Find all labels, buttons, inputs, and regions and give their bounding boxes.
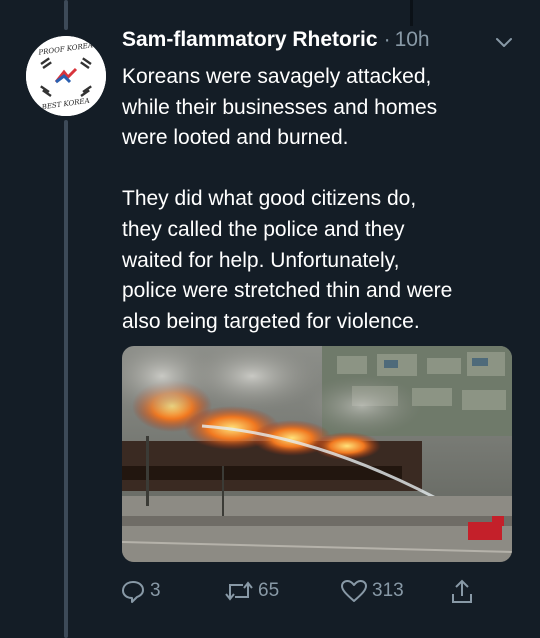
share-icon [452, 579, 472, 603]
tweet-header: Sam-flammatory Rhetoric · 10h [122, 28, 522, 62]
retweet-count: 65 [258, 580, 280, 601]
share-button[interactable] [450, 578, 474, 606]
tweet-text: Koreans were savagely attacked, while th… [122, 65, 453, 333]
timestamp[interactable]: 10h [395, 28, 430, 52]
header-separator: · [383, 28, 391, 51]
thread-line-top [64, 0, 68, 30]
thread-line-bottom [64, 120, 68, 638]
reply-count: 3 [150, 580, 161, 601]
divider-mark [410, 0, 413, 26]
retweet-icon [225, 581, 253, 601]
like-count: 313 [372, 580, 404, 601]
reply-icon [122, 581, 144, 603]
retweet-button[interactable]: 65 [224, 578, 279, 604]
chevron-down-icon[interactable] [492, 34, 516, 52]
heart-icon [341, 580, 367, 602]
tweet-media-image[interactable] [122, 346, 512, 562]
display-name[interactable]: Sam-flammatory Rhetoric [122, 28, 378, 52]
tweet-actions: 3 65 313 [120, 578, 520, 608]
avatar[interactable]: PROOF KOREA BEST KOREA [26, 36, 106, 116]
tweet: Sam-flammatory Rhetoric · 10h Koreans we… [122, 28, 522, 337]
avatar-logo: PROOF KOREA BEST KOREA [26, 36, 106, 116]
reply-button[interactable]: 3 [120, 578, 161, 604]
like-button[interactable]: 313 [340, 578, 404, 604]
